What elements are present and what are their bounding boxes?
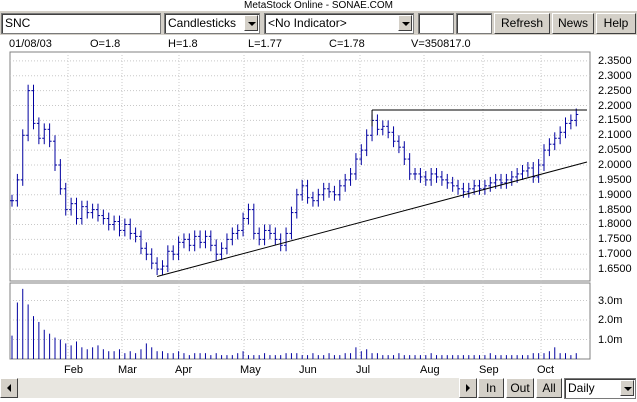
time-tick-label: Mar [118,364,137,376]
scroll-right-button[interactable] [459,378,477,398]
price-tick-label: 1.8500 [598,203,632,216]
chevron-down-icon[interactable] [620,380,634,396]
price-tick-label: 2.2500 [598,84,632,97]
time-tick-label: May [240,364,261,376]
price-chart [9,51,591,360]
zoom-out-button[interactable]: Out [506,378,534,398]
scroll-left-button[interactable] [0,378,18,398]
time-tick-label: Apr [175,364,193,376]
time-tick-label: Jul [356,364,371,376]
arrow-left-icon [7,384,11,392]
volume-tick-label: 3.0m [598,294,623,307]
show-all-button[interactable]: All [536,378,562,398]
time-tick-label: Jun [299,364,317,376]
time-tick-label: Oct [537,364,555,376]
time-tick-label: Feb [64,364,83,376]
price-tick-label: 2.0500 [598,144,632,157]
price-tick-label: 2.3000 [598,69,632,82]
horizontal-scrollbar[interactable] [0,378,477,398]
zoom-in-button[interactable]: In [478,378,504,398]
time-tick-label: Sep [479,364,499,376]
price-tick-label: 1.6500 [598,263,632,276]
price-panel [9,51,591,282]
price-tick-label: 1.9000 [598,188,632,201]
volume-tick-label: 1.0m [598,333,623,346]
time-tick-label: Aug [420,364,440,376]
period-select[interactable]: Daily [564,378,636,399]
volume-panel [9,282,591,360]
price-tick-label: 2.0000 [598,159,632,171]
arrow-right-icon [466,384,470,392]
price-tick-label: 1.7500 [598,233,632,246]
volume-tick-label: 2.0m [598,314,623,327]
period-value: Daily [568,381,595,395]
price-tick-label: 1.7000 [598,248,632,261]
scroll-track[interactable] [18,378,459,398]
price-tick-label: 2.1500 [598,114,632,127]
price-tick-label: 2.1000 [598,129,632,142]
price-tick-label: 1.9500 [598,173,632,186]
price-tick-label: 2.2000 [598,99,632,112]
price-tick-label: 2.3500 [598,54,632,67]
price-tick-label: 1.8000 [598,218,632,231]
